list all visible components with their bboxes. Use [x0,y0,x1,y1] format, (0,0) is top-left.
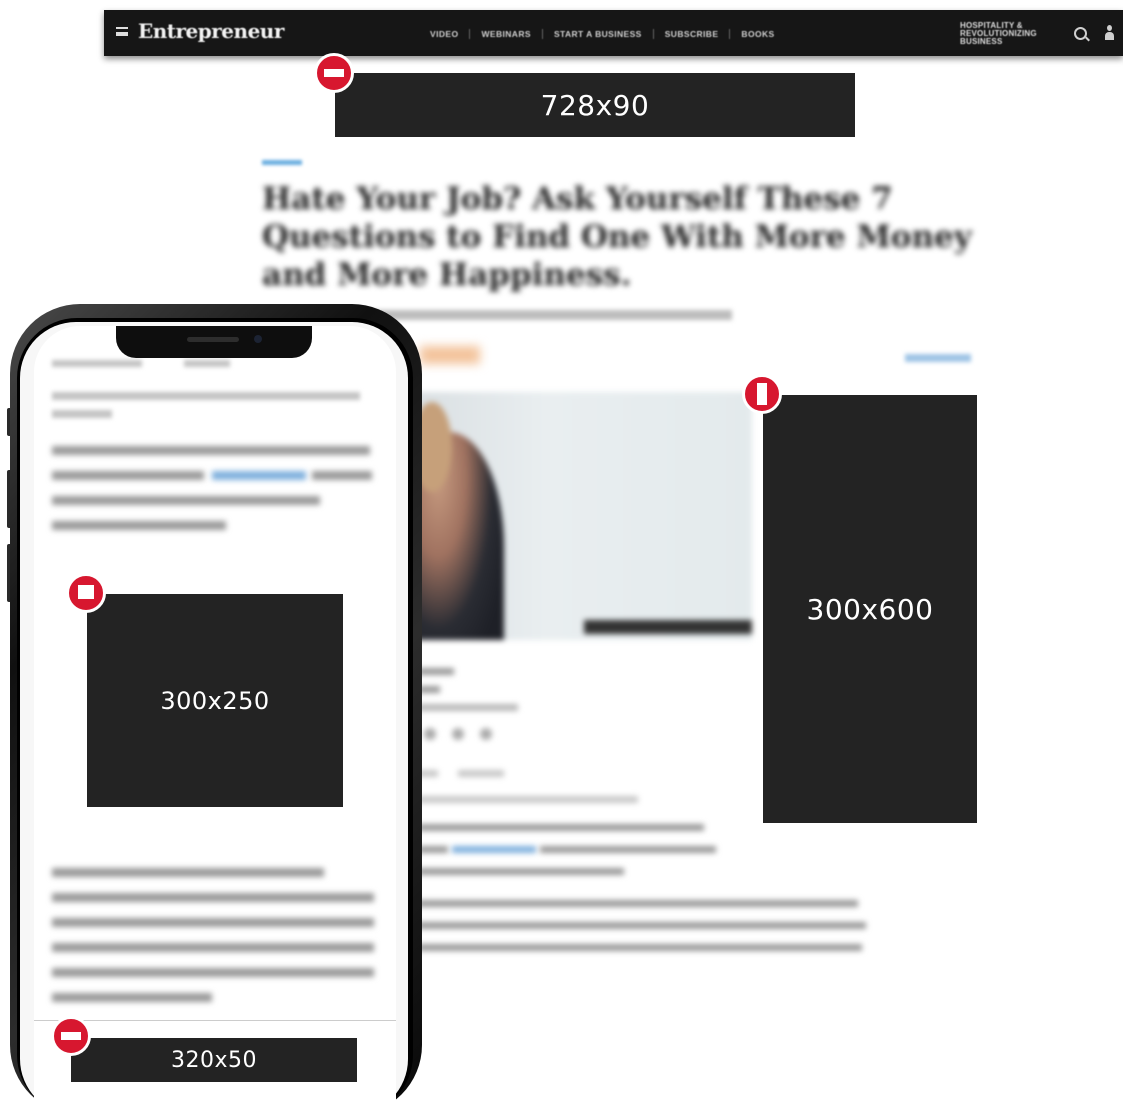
nav-video[interactable]: VIDEO [430,29,458,39]
mobile-body-line [52,446,370,455]
mobile-disclaimer [52,410,112,418]
search-icon[interactable] [1074,27,1087,40]
mobile-body-link[interactable] [212,471,306,480]
phone-camera [254,335,262,343]
author-badge [420,346,480,364]
mobile-body-line [52,918,374,927]
desktop-body-line [418,944,862,951]
nav-webinars[interactable]: WEBINARS [481,29,530,39]
desktop-body-line [540,846,716,853]
author-bio [418,704,518,711]
desktop-body-line [418,868,624,875]
mobile-body-line [52,868,324,877]
mobile-body-line [312,471,372,480]
menu-icon[interactable] [116,27,128,36]
author-name [418,668,454,675]
nav-start-a-business[interactable]: START A BUSINESS [554,29,642,39]
leaderboard-ad: 728x90 [335,73,855,137]
desktop-body-line [418,922,866,929]
mobile-body-line [52,471,204,480]
read-time [458,770,504,777]
mobile-rectangle-ad-label: 300x250 [160,686,270,715]
leaderboard-ad-label: 728x90 [540,88,650,122]
nav-books[interactable]: BOOKS [741,29,774,39]
minus-badge-icon [742,374,782,414]
hero-image [408,392,752,640]
minus-badge-icon [51,1016,91,1056]
sticky-divider [34,1020,396,1021]
article-headline: Hate Your Job? Ask Yourself These 7 Ques… [262,181,972,293]
mobile-date [52,360,142,367]
header-promo[interactable]: HOSPITALITY & REVOLUTIONIZING BUSINESS [960,22,1058,46]
article-category [262,160,302,165]
site-logo[interactable]: Entrepreneur [138,19,284,43]
phone-speaker [187,337,239,342]
skyscraper-ad-label: 300x600 [806,592,934,626]
site-header: Entrepreneur VIDEO WEBINARS START A BUSI… [104,10,1123,56]
mobile-body-line [52,993,212,1002]
mobile-read-time [184,360,230,367]
user-icon[interactable] [1105,25,1114,41]
desktop-body-line [418,824,704,831]
mobile-disclaimer [52,392,360,400]
mobile-body-line [52,893,374,902]
main-nav: VIDEO WEBINARS START A BUSINESS SUBSCRIB… [430,27,775,41]
minus-badge-icon [314,53,354,93]
mobile-body-line [52,496,320,505]
desktop-body-link[interactable] [452,846,536,853]
mobile-banner-ad-label: 320x50 [170,1047,257,1073]
mobile-body-line [52,943,374,952]
contributor-note [418,796,638,803]
nav-subscribe[interactable]: SUBSCRIBE [665,29,719,39]
skyscraper-ad: 300x600 [763,395,977,823]
share-icons[interactable] [424,728,494,742]
mobile-banner-ad: 320x50 [71,1038,357,1082]
mobile-body-line [52,521,226,530]
image-caption-bar [584,620,752,634]
mobile-rectangle-ad: 300x250 [87,594,343,807]
desktop-body-line [418,846,448,853]
desktop-body-line [418,900,858,907]
phone-notch [116,326,312,358]
minus-badge-icon [66,573,106,613]
mobile-body-line [52,968,374,977]
related-link[interactable] [905,354,971,362]
